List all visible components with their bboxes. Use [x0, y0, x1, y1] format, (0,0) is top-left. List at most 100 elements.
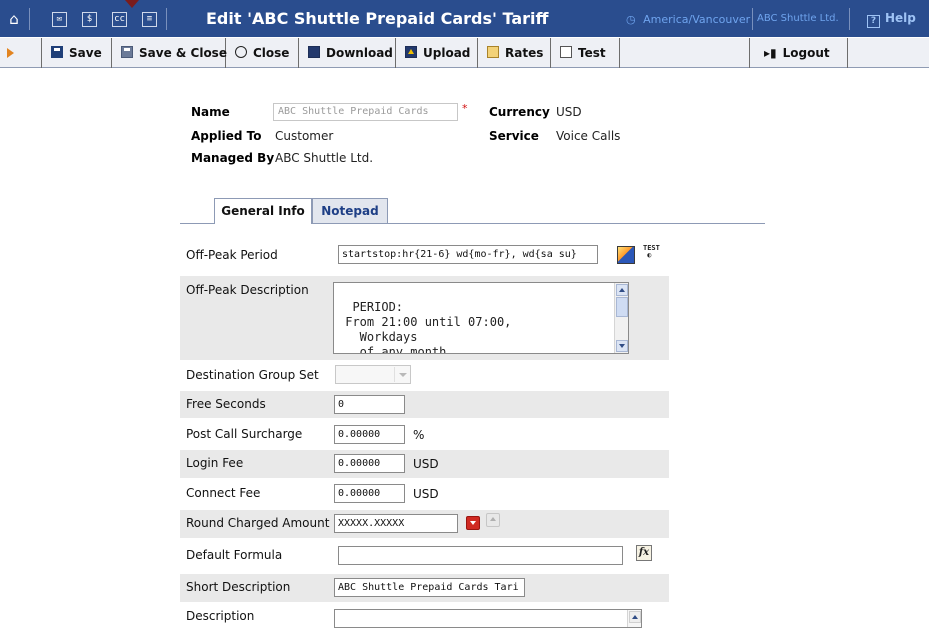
post-call-surcharge-label: Post Call Surcharge — [186, 427, 303, 441]
currency-value: USD — [556, 105, 582, 119]
upload-icon — [405, 46, 417, 58]
action-toolbar: Save Save & Close Close Download Upload … — [0, 37, 929, 68]
top-navigation-bar: ⌂ ✉ $ cc ≡ Edit 'ABC Shuttle Prepaid Car… — [0, 0, 929, 37]
home-icon[interactable]: ⌂ — [5, 11, 23, 27]
clock-icon: ◷ — [626, 13, 636, 26]
login-fee-input[interactable]: 0.00000 — [334, 454, 405, 473]
connect-fee-label: Connect Fee — [186, 486, 261, 500]
download-label: Download — [326, 46, 393, 60]
test-period-icon[interactable]: TEST ◐ — [643, 245, 660, 259]
applied-to-label: Applied To — [191, 129, 262, 143]
default-formula-label: Default Formula — [186, 548, 283, 562]
help-label: Help — [885, 11, 916, 25]
free-seconds-row: Free Seconds — [180, 391, 669, 418]
round-charged-input[interactable]: XXXXX.XXXXX — [334, 514, 458, 533]
destination-group-label: Destination Group Set — [186, 368, 319, 382]
tab-general-info[interactable]: General Info — [214, 198, 312, 224]
divider — [29, 8, 30, 30]
login-fee-currency: USD — [413, 457, 439, 471]
play-icon — [7, 48, 14, 58]
currency-label: Currency — [489, 105, 550, 119]
close-button[interactable]: Close — [226, 38, 299, 68]
logout-label: Logout — [782, 46, 830, 60]
download-icon — [308, 46, 320, 58]
round-charged-label: Round Charged Amount — [186, 516, 330, 530]
destination-group-select[interactable] — [335, 365, 411, 384]
help-icon: ? — [867, 15, 880, 28]
page-title: Edit 'ABC Shuttle Prepaid Cards' Tariff — [206, 9, 549, 28]
destination-group-row: Destination Group Set — [180, 362, 669, 388]
scroll-down-icon[interactable] — [616, 340, 628, 352]
rates-button[interactable]: Rates — [478, 38, 551, 68]
divider — [752, 8, 753, 30]
divider — [849, 8, 850, 30]
scroll-up-icon[interactable] — [616, 284, 628, 296]
logout-button[interactable]: ▸▮ Logout — [750, 38, 848, 68]
toolbar-menu-toggle[interactable] — [0, 38, 42, 68]
close-icon — [235, 46, 247, 58]
scroll-thumb[interactable] — [616, 297, 628, 317]
test-label: Test — [578, 46, 606, 60]
save-close-icon — [121, 46, 133, 58]
login-fee-label: Login Fee — [186, 456, 244, 470]
collapse-up-icon[interactable] — [486, 513, 500, 527]
connect-fee-currency: USD — [413, 487, 439, 501]
help-button[interactable]: ? Help — [867, 11, 916, 28]
tab-notepad[interactable]: Notepad — [312, 198, 388, 223]
name-label: Name — [191, 105, 230, 119]
managed-by-label: Managed By — [191, 151, 275, 165]
wizard-icon[interactable] — [617, 246, 635, 264]
formula-wizard-icon[interactable]: fx — [636, 545, 652, 561]
save-label: Save — [69, 46, 102, 60]
company-link[interactable]: ABC Shuttle Ltd. — [757, 13, 839, 24]
service-value: Voice Calls — [556, 129, 621, 143]
divider — [166, 8, 167, 30]
short-description-label: Short Description — [186, 580, 291, 594]
save-button[interactable]: Save — [42, 38, 112, 68]
mail-icon[interactable]: ✉ — [52, 12, 67, 27]
save-close-button[interactable]: Save & Close — [112, 38, 227, 68]
toolbar-spacer — [620, 38, 750, 68]
description-scrollbar[interactable] — [627, 610, 641, 627]
name-field[interactable]: ABC Shuttle Prepaid Cards — [273, 103, 458, 121]
free-seconds-label: Free Seconds — [186, 397, 266, 411]
rates-icon — [487, 46, 499, 58]
list-icon[interactable]: ≡ — [142, 12, 157, 27]
timezone-label: America/Vancouver — [643, 13, 751, 26]
offpeak-period-label: Off-Peak Period — [186, 248, 278, 262]
service-label: Service — [489, 129, 539, 143]
short-description-input[interactable]: ABC Shuttle Prepaid Cards Tari — [334, 578, 525, 597]
test-badge-text: TEST — [643, 244, 660, 252]
timezone-link[interactable]: ◷ America/Vancouver — [626, 13, 750, 26]
upload-button[interactable]: Upload — [396, 38, 478, 68]
vertical-scrollbar[interactable] — [614, 283, 628, 353]
close-label: Close — [253, 46, 290, 60]
free-seconds-input[interactable]: 0 — [334, 395, 405, 414]
cc-icon[interactable]: cc — [112, 12, 127, 27]
dropdown-arrow-icon[interactable] — [466, 516, 480, 530]
offpeak-description-label: Off-Peak Description — [186, 283, 309, 297]
post-call-surcharge-input[interactable]: 0.00000 — [334, 425, 405, 444]
offpeak-description-textarea[interactable]: PERIOD: From 21:00 until 07:00, Workdays… — [333, 282, 629, 354]
download-button[interactable]: Download — [299, 38, 396, 68]
chevron-down-icon — [394, 367, 409, 382]
billing-icon[interactable]: $ — [82, 12, 97, 27]
scroll-up-icon[interactable] — [629, 611, 641, 623]
save-icon — [51, 46, 63, 58]
rates-label: Rates — [505, 46, 544, 60]
description-textarea[interactable] — [334, 609, 642, 628]
menu-drop-indicator-icon — [125, 0, 139, 8]
connect-fee-input[interactable]: 0.00000 — [334, 484, 405, 503]
test-icon — [560, 46, 572, 58]
required-marker: * — [462, 102, 468, 115]
description-label: Description — [186, 609, 255, 623]
offpeak-period-input[interactable]: startstop:hr{21-6} wd{mo-fr}, wd{sa su} — [338, 245, 598, 264]
save-close-label: Save & Close — [139, 46, 227, 60]
offpeak-description-text: PERIOD: From 21:00 until 07:00, Workdays… — [345, 300, 512, 354]
applied-to-value: Customer — [275, 129, 334, 143]
test-button[interactable]: Test — [551, 38, 620, 68]
percent-unit: % — [413, 428, 425, 442]
post-call-surcharge-row: Post Call Surcharge — [180, 420, 669, 448]
managed-by-value: ABC Shuttle Ltd. — [275, 151, 374, 165]
default-formula-input[interactable] — [338, 546, 623, 565]
